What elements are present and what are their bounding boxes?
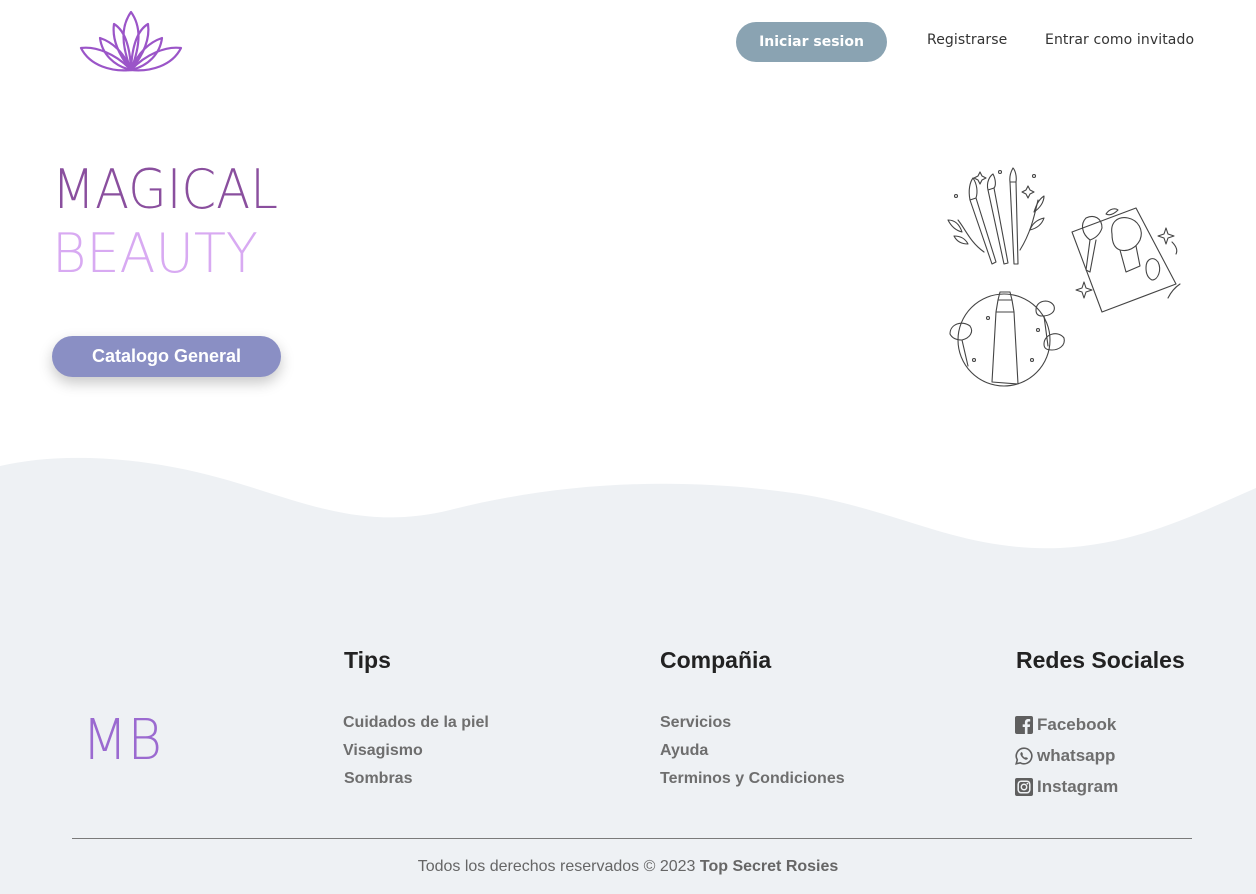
footer-link-shadows[interactable]: Sombras: [344, 770, 412, 788]
whatsapp-link[interactable]: whatsapp: [1015, 746, 1115, 766]
footer-link-skin-care[interactable]: Cuidados de la piel: [343, 714, 489, 732]
facebook-label: Facebook: [1037, 715, 1117, 734]
footer-link-visagism[interactable]: Visagismo: [343, 742, 423, 760]
social-heading: Redes Sociales: [1016, 647, 1185, 673]
hero-title-line2: BEAUTY: [52, 222, 258, 282]
tube-mushroom-icon: [949, 291, 1065, 387]
footer-logo-text: MB: [82, 712, 162, 764]
hero-title: MAGICAL BEAUTY: [52, 158, 278, 282]
brushes-icon: [947, 167, 1045, 265]
footer-logo: MB: [82, 712, 162, 764]
lotus-logo[interactable]: [78, 8, 184, 74]
makeup-illustration: [947, 167, 1181, 387]
footer-divider: [72, 838, 1192, 839]
catalog-button[interactable]: Catalogo General: [52, 336, 281, 377]
facebook-icon: [1015, 716, 1033, 734]
login-button[interactable]: Iniciar sesion: [736, 22, 887, 62]
whatsapp-icon: [1015, 747, 1033, 765]
copyright-brand: Top Secret Rosies: [699, 858, 839, 875]
hero-title-line1: MAGICAL: [52, 158, 278, 221]
company-heading: Compañia: [660, 647, 772, 673]
tips-heading: Tips: [344, 647, 391, 673]
instagram-icon: [1015, 778, 1033, 796]
guest-link[interactable]: Entrar como invitado: [1045, 32, 1194, 48]
instagram-label: Instagram: [1037, 777, 1119, 796]
instagram-link[interactable]: Instagram: [1015, 777, 1118, 797]
register-link[interactable]: Registrarse: [927, 32, 1007, 48]
copyright: Todos los derechos reservados © 2023 Top…: [0, 858, 1256, 876]
footer-link-services[interactable]: Servicios: [660, 714, 731, 732]
facebook-link[interactable]: Facebook: [1015, 715, 1116, 735]
whatsapp-label: whatsapp: [1037, 746, 1116, 765]
copyright-prefix: Todos los derechos reservados © 2023: [417, 858, 696, 875]
footer-link-help[interactable]: Ayuda: [660, 742, 708, 760]
footer-link-terms[interactable]: Terminos y Condiciones: [660, 770, 845, 788]
palette-sponge-icon: [1071, 207, 1181, 313]
